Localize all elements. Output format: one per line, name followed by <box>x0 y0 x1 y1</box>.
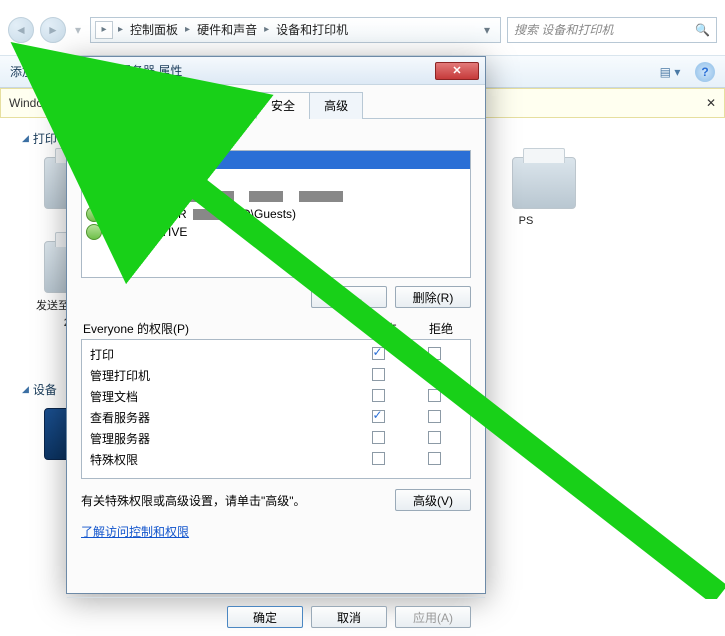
help-button[interactable]: ? <box>695 62 715 82</box>
tab-forms[interactable]: 表单 <box>73 92 127 119</box>
dialog-title: 打印服务器 属性 <box>95 62 182 79</box>
tab-drivers[interactable]: 驱动程序 <box>179 92 257 119</box>
deny-checkbox[interactable] <box>428 410 441 423</box>
perm-for-label: Everyone 的权限(P) <box>83 320 357 337</box>
chevron-right-icon: ▸ <box>182 24 193 35</box>
advanced-hint: 有关特殊权限或高级设置，请单击"高级"。 <box>81 492 385 509</box>
allow-label: 允许 <box>357 320 413 337</box>
tab-security[interactable]: 安全 <box>256 92 310 119</box>
permissions-header: Everyone 的权限(P) 允许 拒绝 <box>81 316 471 339</box>
nav-forward-button[interactable]: ► <box>40 17 66 43</box>
perm-row-print: 打印 <box>90 344 462 365</box>
learn-access-control-link[interactable]: 了解访问控制和权限 <box>81 515 471 540</box>
dialog-icon: 🖶 <box>73 63 89 79</box>
remove-user-button[interactable]: 删除(R) <box>395 286 471 308</box>
censored-text <box>174 191 234 202</box>
dialog-titlebar[interactable]: 🖶 打印服务器 属性 ✕ <box>67 57 485 85</box>
group-users-label: 组或用户名(G)： <box>81 129 471 146</box>
censored-text <box>193 209 233 220</box>
breadcrumb-seg-3[interactable]: 设备和打印机 <box>274 21 350 38</box>
disclosure-triangle-icon: ◢ <box>22 384 29 395</box>
disclosure-triangle-icon: ◢ <box>22 133 29 144</box>
deny-checkbox[interactable] <box>428 431 441 444</box>
user-row-creator[interactable]: CREATOR OW <box>82 169 470 187</box>
add-device-button[interactable]: 添加设 <box>10 63 46 80</box>
deny-checkbox[interactable] <box>428 389 441 402</box>
breadcrumb-dropdown[interactable]: ▾ <box>478 23 496 37</box>
user-row-admin[interactable]: Administrat <box>82 187 470 205</box>
dialog-button-row: 确定 取消 应用(A) <box>67 597 485 636</box>
allow-checkbox[interactable] <box>372 368 385 381</box>
cancel-button[interactable]: 取消 <box>311 606 387 628</box>
advanced-button[interactable]: 高级(V) <box>395 489 471 511</box>
user-row-guests[interactable]: Guests (USERID\Guests) <box>82 205 470 223</box>
info-bar-text: Window <box>9 96 52 110</box>
user-list[interactable]: Everyone CREATOR OW Administrat Guests (… <box>81 150 471 278</box>
location-icon: ▸ <box>95 21 113 39</box>
advanced-hint-row: 有关特殊权限或高级设置，请单击"高级"。 高级(V) <box>81 479 471 515</box>
tab-advanced[interactable]: 高级 <box>309 92 363 119</box>
allow-checkbox[interactable] <box>372 452 385 465</box>
breadcrumb-bar[interactable]: ▸ ▸ 控制面板 ▸ 硬件和声音 ▸ 设备和打印机 ▾ <box>90 17 501 43</box>
search-input[interactable]: 搜索 设备和打印机 🔍 <box>507 17 717 43</box>
printer-item[interactable]: PS <box>496 157 592 209</box>
censored-text <box>299 191 343 202</box>
close-button[interactable]: ✕ <box>435 62 479 80</box>
user-icon <box>86 152 102 168</box>
chevron-right-icon: ▸ <box>261 24 272 35</box>
add-user-button[interactable]: (D)... <box>311 286 387 308</box>
group-icon <box>86 170 102 186</box>
tab-row: 表单 端口 驱动程序 安全 高级 <box>67 85 485 119</box>
printer-icon <box>512 157 576 209</box>
nav-history-dropdown[interactable]: ▾ <box>72 23 84 37</box>
address-bar-row: ◄ ► ▾ ▸ ▸ 控制面板 ▸ 硬件和声音 ▸ 设备和打印机 ▾ 搜索 设备和… <box>0 0 725 56</box>
deny-checkbox[interactable] <box>428 347 441 360</box>
permissions-list: 打印 管理打印机 管理文档 查看服务器 管理服务器 特殊权限 <box>81 339 471 479</box>
perm-row-special: 特殊权限 <box>90 449 462 470</box>
search-icon: 🔍 <box>695 23 710 37</box>
group-icon <box>86 206 102 222</box>
apply-button[interactable]: 应用(A) <box>395 606 471 628</box>
chevron-right-icon: ▸ <box>115 24 126 35</box>
user-row-everyone[interactable]: Everyone <box>82 151 470 169</box>
search-placeholder: 搜索 设备和打印机 <box>514 21 613 38</box>
group-icon <box>86 188 102 204</box>
allow-checkbox[interactable] <box>372 389 385 402</box>
ok-button[interactable]: 确定 <box>227 606 303 628</box>
perm-row-view-server: 查看服务器 <box>90 407 462 428</box>
allow-checkbox[interactable] <box>372 431 385 444</box>
perm-row-manage-server: 管理服务器 <box>90 428 462 449</box>
censored-text <box>249 191 283 202</box>
deny-label: 拒绝 <box>413 320 469 337</box>
allow-checkbox[interactable] <box>372 347 385 360</box>
breadcrumb-seg-1[interactable]: 控制面板 <box>128 21 180 38</box>
tab-ports[interactable]: 端口 <box>126 92 180 119</box>
close-icon[interactable]: ✕ <box>706 96 716 110</box>
breadcrumb-seg-2[interactable]: 硬件和声音 <box>195 21 259 38</box>
allow-checkbox[interactable] <box>372 410 385 423</box>
user-row-interactive[interactable]: INTERACTIVE <box>82 223 470 241</box>
perm-row-manage-doc: 管理文档 <box>90 386 462 407</box>
deny-checkbox[interactable] <box>428 452 441 465</box>
deny-checkbox[interactable] <box>428 368 441 381</box>
print-server-properties-dialog: 🖶 打印服务器 属性 ✕ 表单 端口 驱动程序 安全 高级 组或用户名(G)： … <box>66 56 486 594</box>
perm-row-manage-printer: 管理打印机 <box>90 365 462 386</box>
dialog-body: 组或用户名(G)： Everyone CREATOR OW Administra… <box>67 119 485 597</box>
view-options-button[interactable]: ▤ ▾ <box>659 62 681 82</box>
nav-back-button[interactable]: ◄ <box>8 17 34 43</box>
group-icon <box>86 224 102 240</box>
